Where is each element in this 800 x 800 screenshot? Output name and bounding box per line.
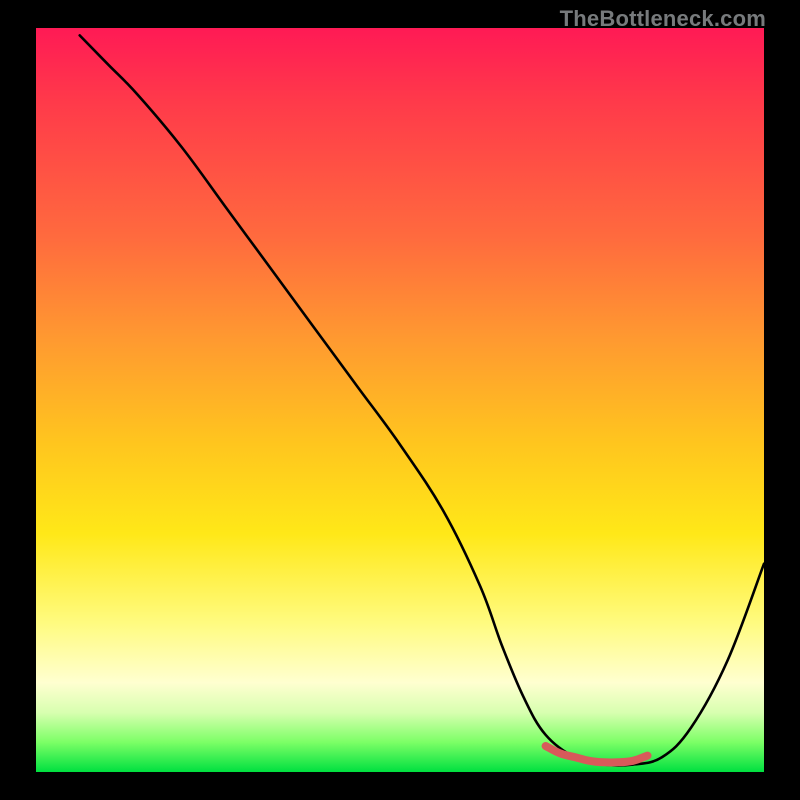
bottleneck-curve xyxy=(80,35,764,765)
chart-frame: TheBottleneck.com xyxy=(0,0,800,800)
plot-area xyxy=(36,28,764,772)
chart-svg xyxy=(36,28,764,772)
